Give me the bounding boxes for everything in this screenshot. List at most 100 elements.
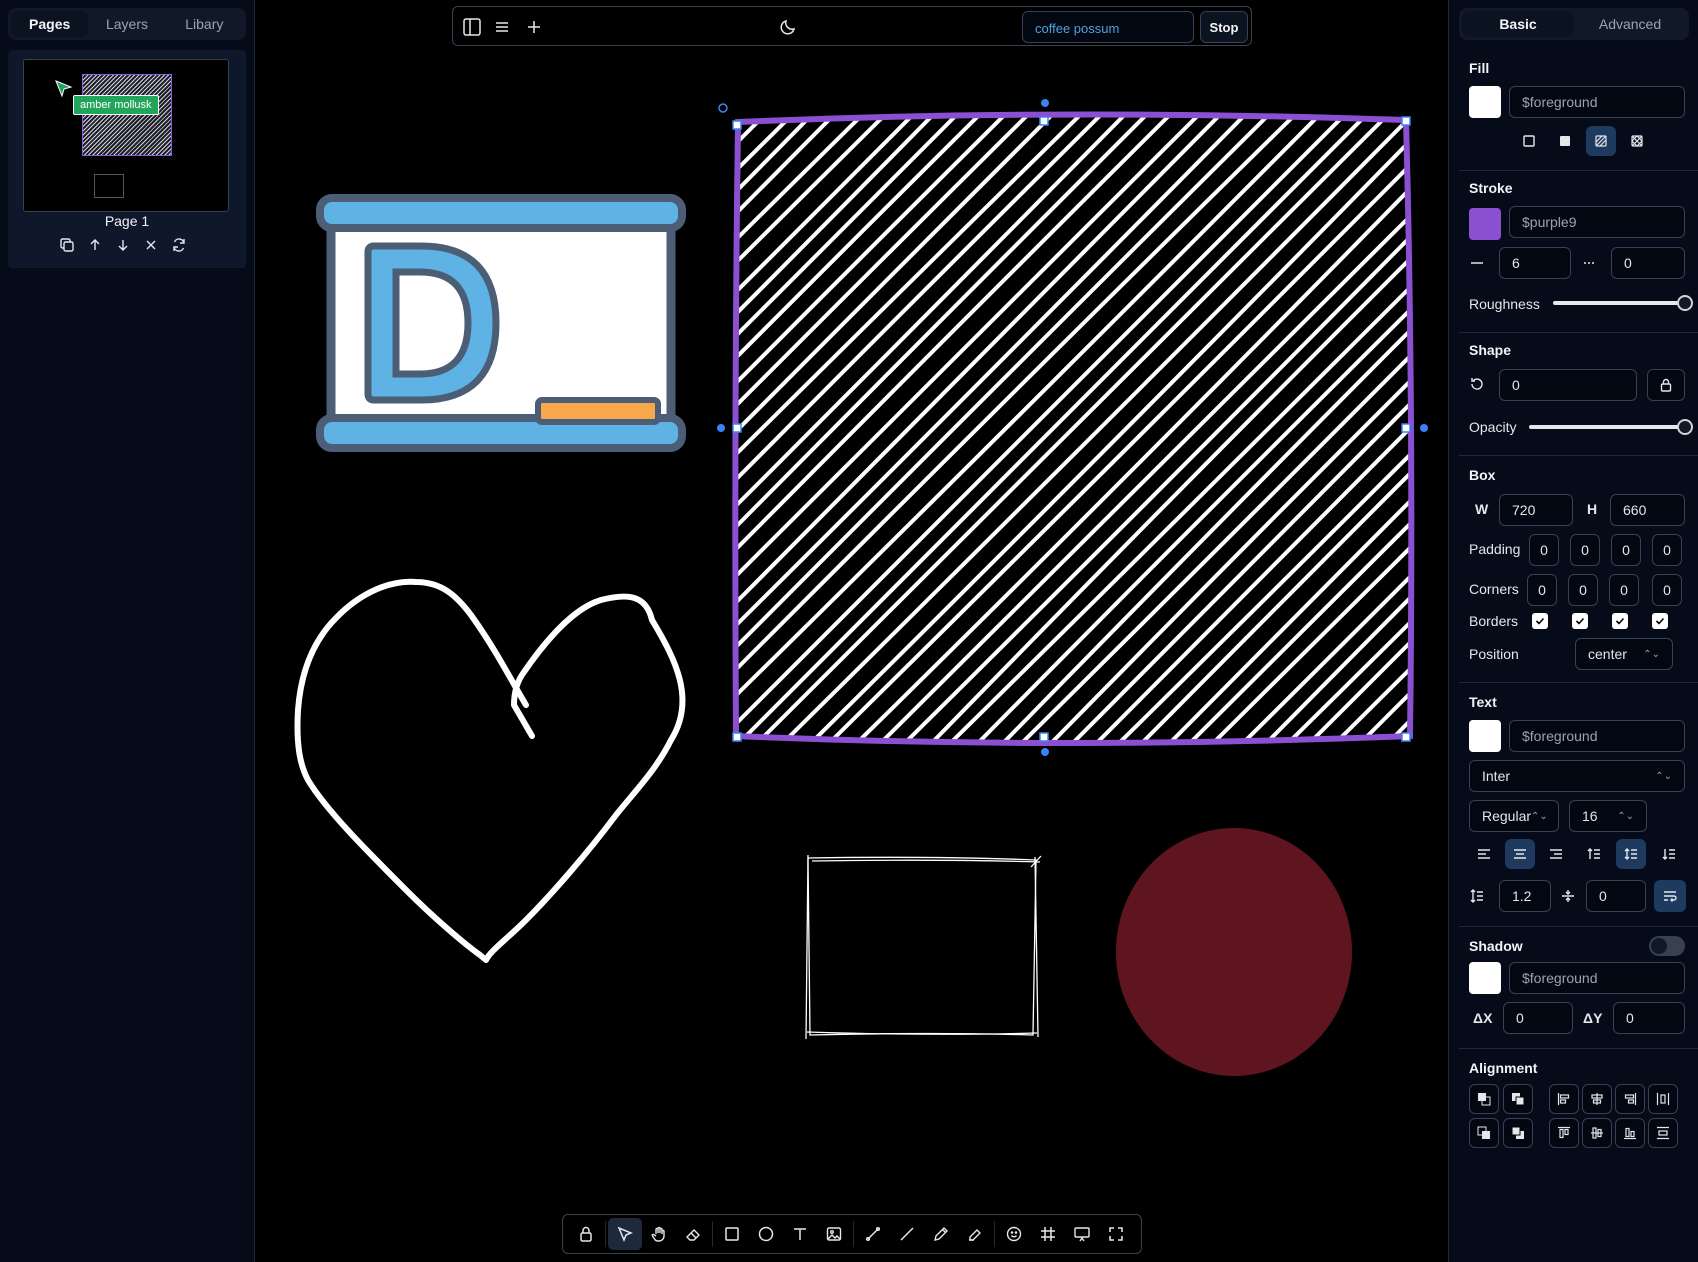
arrow-tool-icon[interactable]: [856, 1218, 890, 1250]
distribute-v-icon[interactable]: [1648, 1118, 1678, 1148]
padding-top-field[interactable]: 0: [1529, 534, 1559, 566]
page-thumbnail[interactable]: amber mollusk: [23, 59, 229, 212]
bring-to-front-icon[interactable]: [1503, 1084, 1533, 1114]
shadow-color-field[interactable]: $foreground: [1509, 962, 1685, 994]
shadow-color-swatch[interactable]: [1469, 962, 1501, 994]
duplicate-icon[interactable]: [58, 236, 76, 254]
sketch-rectangle[interactable]: [805, 854, 1042, 1040]
page-label[interactable]: Page 1: [8, 213, 246, 229]
hand-tool-icon[interactable]: [642, 1218, 676, 1250]
border-left-checkbox[interactable]: [1652, 613, 1668, 629]
text-tool-icon[interactable]: [783, 1218, 817, 1250]
opacity-knob[interactable]: [1677, 419, 1693, 435]
fill-crosshatch-icon[interactable]: [1622, 126, 1652, 156]
height-field[interactable]: 660: [1610, 494, 1685, 526]
border-top-checkbox[interactable]: [1532, 613, 1548, 629]
shadow-dy-field[interactable]: 0: [1613, 1002, 1685, 1034]
plus-icon[interactable]: [522, 15, 546, 39]
font-family-select[interactable]: Inter ⌃⌄: [1469, 760, 1685, 792]
text-color-field[interactable]: $foreground: [1509, 720, 1685, 752]
stop-button[interactable]: Stop: [1200, 11, 1248, 43]
fill-solid-icon[interactable]: [1550, 126, 1580, 156]
border-right-checkbox[interactable]: [1572, 613, 1588, 629]
send-backward-icon[interactable]: [1469, 1118, 1499, 1148]
rectangle-tool-icon[interactable]: [715, 1218, 749, 1250]
tab-pages[interactable]: Pages: [11, 11, 89, 37]
send-to-back-icon[interactable]: [1503, 1118, 1533, 1148]
image-tool-icon[interactable]: [817, 1218, 851, 1250]
tab-library[interactable]: Libary: [166, 11, 243, 37]
moon-icon[interactable]: [776, 15, 800, 39]
font-weight-select[interactable]: Regular ⌃⌄: [1469, 800, 1559, 832]
corner-tr-field[interactable]: 0: [1568, 574, 1598, 606]
align-h-center-icon[interactable]: [1582, 1084, 1612, 1114]
shadow-dx-field[interactable]: 0: [1503, 1002, 1573, 1034]
padding-left-field[interactable]: 0: [1652, 534, 1682, 566]
canvas[interactable]: [256, 0, 1448, 1262]
rotation-field[interactable]: 0: [1499, 369, 1637, 401]
width-field[interactable]: 720: [1499, 494, 1573, 526]
padding-right-field[interactable]: 0: [1570, 534, 1600, 566]
position-select[interactable]: center ⌃⌄: [1575, 638, 1673, 670]
select-tool-icon[interactable]: [608, 1218, 642, 1250]
align-right-edges-icon[interactable]: [1615, 1084, 1645, 1114]
valign-bottom-icon[interactable]: [1654, 839, 1684, 869]
align-top-edges-icon[interactable]: [1549, 1118, 1579, 1148]
corner-br-field[interactable]: 0: [1609, 574, 1639, 606]
presentation-tool-icon[interactable]: [1065, 1218, 1099, 1250]
align-center-icon[interactable]: [1505, 839, 1535, 869]
distribute-h-icon[interactable]: [1648, 1084, 1678, 1114]
ellipse-tool-icon[interactable]: [749, 1218, 783, 1250]
menu-icon[interactable]: [490, 15, 514, 39]
fill-none-icon[interactable]: [1514, 126, 1544, 156]
fill-hachure-icon[interactable]: [1586, 126, 1616, 156]
sidebar-icon[interactable]: [460, 15, 484, 39]
lock-icon[interactable]: [569, 1218, 603, 1250]
tab-advanced[interactable]: Advanced: [1574, 11, 1686, 37]
font-size-select[interactable]: 16 ⌃⌄: [1569, 800, 1647, 832]
emoji-tool-icon[interactable]: [997, 1218, 1031, 1250]
border-bottom-checkbox[interactable]: [1612, 613, 1628, 629]
align-right-icon[interactable]: [1541, 839, 1571, 869]
text-wrap-icon[interactable]: [1654, 880, 1686, 912]
fullscreen-tool-icon[interactable]: [1099, 1218, 1133, 1250]
eraser-tool-icon[interactable]: [676, 1218, 710, 1250]
valign-middle-icon[interactable]: [1616, 839, 1646, 869]
corner-bl-field[interactable]: 0: [1652, 574, 1682, 606]
align-v-center-icon[interactable]: [1582, 1118, 1612, 1148]
fill-color-field[interactable]: $foreground: [1509, 86, 1685, 118]
stroke-dash-field[interactable]: 0: [1611, 247, 1685, 279]
delete-icon[interactable]: [142, 236, 160, 254]
line-tool-icon[interactable]: [890, 1218, 924, 1250]
roughness-slider[interactable]: [1553, 301, 1685, 305]
pencil-tool-icon[interactable]: [924, 1218, 958, 1250]
stroke-color-field[interactable]: $purple9: [1509, 206, 1685, 238]
roughness-knob[interactable]: [1677, 295, 1693, 311]
align-left-icon[interactable]: [1469, 839, 1499, 869]
align-bottom-edges-icon[interactable]: [1615, 1118, 1645, 1148]
lock-ratio-icon[interactable]: [1647, 369, 1685, 401]
frame-tool-icon[interactable]: [1031, 1218, 1065, 1250]
text-color-swatch[interactable]: [1469, 720, 1501, 752]
heart-drawing[interactable]: [294, 578, 686, 963]
page-card[interactable]: amber mollusk Page 1: [8, 50, 246, 268]
bring-forward-icon[interactable]: [1469, 1084, 1499, 1114]
move-down-icon[interactable]: [114, 236, 132, 254]
valign-top-icon[interactable]: [1579, 839, 1609, 869]
dark-red-circle[interactable]: [1116, 828, 1352, 1076]
stroke-width-field[interactable]: 6: [1499, 247, 1571, 279]
corner-tl-field[interactable]: 0: [1527, 574, 1557, 606]
refresh-icon[interactable]: [170, 236, 188, 254]
opacity-slider[interactable]: [1529, 425, 1685, 429]
highlighter-tool-icon[interactable]: [958, 1218, 992, 1250]
line-height-field[interactable]: 1.2: [1499, 880, 1551, 912]
room-name-field[interactable]: coffee possum: [1022, 11, 1194, 43]
stroke-color-swatch[interactable]: [1469, 208, 1501, 240]
tab-layers[interactable]: Layers: [88, 11, 165, 37]
tab-basic[interactable]: Basic: [1462, 11, 1574, 37]
move-up-icon[interactable]: [86, 236, 104, 254]
align-left-edges-icon[interactable]: [1549, 1084, 1579, 1114]
shadow-toggle[interactable]: [1649, 936, 1685, 956]
padding-bottom-field[interactable]: 0: [1611, 534, 1641, 566]
letter-spacing-field[interactable]: 0: [1586, 880, 1646, 912]
